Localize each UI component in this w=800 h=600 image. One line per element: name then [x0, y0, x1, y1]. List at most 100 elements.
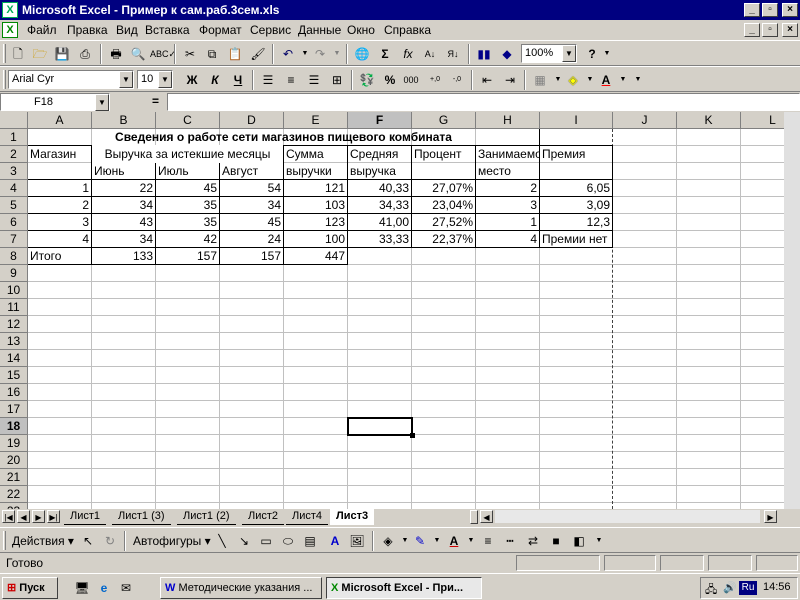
column-header-i[interactable]: I	[540, 112, 613, 129]
table-cell[interactable]: 34	[92, 197, 155, 214]
dash-style-icon[interactable]: ┅	[500, 531, 520, 551]
table-cell[interactable]: 157	[220, 248, 283, 265]
menu-data[interactable]: Данные	[295, 23, 344, 38]
table-cell[interactable]: 41,00	[348, 214, 411, 231]
spelling-icon[interactable]: ABC✓	[150, 44, 176, 64]
internet-explorer-icon[interactable]: e	[94, 578, 114, 598]
table-cell[interactable]: 23,04%	[412, 197, 475, 214]
increase-indent-icon[interactable]: ⇥	[500, 70, 520, 90]
chevron-down-icon[interactable]: ▼	[119, 71, 133, 88]
last-sheet-icon[interactable]: ▶|	[47, 510, 60, 523]
scroll-right-icon[interactable]: ▶	[764, 510, 777, 523]
row-header[interactable]: 6	[0, 214, 28, 231]
table-cell[interactable]: 45	[156, 180, 219, 197]
table-cell[interactable]: 27,07%	[412, 180, 475, 197]
doc-close-button[interactable]: ×	[782, 23, 798, 37]
table-cell[interactable]: 157	[156, 248, 219, 265]
row-header[interactable]: 21	[0, 469, 28, 486]
column-header-f[interactable]: F	[348, 112, 412, 129]
row-header[interactable]: 11	[0, 299, 28, 316]
toolbar-grip[interactable]	[3, 531, 6, 550]
table-cell[interactable]: 42	[156, 231, 219, 248]
row-header[interactable]: 9	[0, 265, 28, 282]
column-header-a[interactable]: A	[28, 112, 92, 129]
table-cell[interactable]: 2	[28, 197, 91, 214]
spreadsheet-grid[interactable]: A B C D E F G H I J K L 1 2 3 4 5 6 7 8 …	[0, 112, 800, 509]
table-cell[interactable]: 22	[92, 180, 155, 197]
table-cell[interactable]: 54	[220, 180, 283, 197]
toolbar-grip[interactable]	[3, 44, 6, 63]
save-icon[interactable]: 💾	[52, 44, 72, 64]
column-header-h[interactable]: H	[476, 112, 540, 129]
menu-view[interactable]: Вид	[113, 23, 141, 38]
menu-format[interactable]: Формат	[196, 23, 245, 38]
arrow-icon[interactable]: ↘	[234, 531, 254, 551]
print-icon[interactable]: ⎙	[75, 44, 95, 64]
format-painter-icon[interactable]: 🖌	[248, 44, 268, 64]
autosum-icon[interactable]: Σ	[375, 44, 395, 64]
textbox-icon[interactable]: ▤	[300, 531, 320, 551]
free-rotate-icon[interactable]: ↻	[100, 531, 120, 551]
menu-file[interactable]: Файл	[24, 23, 60, 38]
chart-wizard-icon[interactable]: ▮▮	[474, 44, 494, 64]
table-cell[interactable]: 3	[476, 197, 539, 214]
line-style-icon[interactable]: ≡	[478, 531, 498, 551]
scroll-left-icon[interactable]: ◀	[480, 510, 493, 523]
sheet-tab[interactable]: Лист1 (3)	[112, 509, 171, 525]
language-indicator[interactable]: Ru	[739, 581, 757, 595]
decrease-decimal-icon[interactable]: -,0	[447, 70, 467, 90]
table-cell[interactable]: 34,33	[348, 197, 411, 214]
taskbar-word-doc[interactable]: W Методические указания ...	[160, 577, 322, 599]
merge-center-icon[interactable]: ⊞	[327, 70, 347, 90]
copy-icon[interactable]: ⧉	[202, 44, 222, 64]
decrease-indent-icon[interactable]: ⇤	[477, 70, 497, 90]
hyperlink-icon[interactable]: 🌐	[352, 44, 372, 64]
vertical-scrollbar[interactable]	[784, 112, 800, 509]
table-cell[interactable]: 33,33	[348, 231, 411, 248]
sort-descending-icon[interactable]: Я↓	[443, 44, 463, 64]
table-cell[interactable]: 4	[476, 231, 539, 248]
doc-restore-button[interactable]: ▫	[762, 23, 778, 37]
workbook-icon[interactable]: X	[2, 22, 18, 38]
select-all-corner[interactable]	[0, 112, 28, 129]
align-center-icon[interactable]: ≡	[281, 70, 301, 90]
row-header[interactable]: 8	[0, 248, 28, 265]
print-preview-search-icon[interactable]: 🔍	[128, 44, 148, 64]
column-header-e[interactable]: E	[284, 112, 348, 129]
row-header[interactable]: 13	[0, 333, 28, 350]
function-icon[interactable]: fx	[398, 44, 418, 64]
name-box[interactable]: F18 ▼	[0, 93, 110, 111]
table-cell[interactable]: 447	[284, 248, 347, 265]
align-left-icon[interactable]: ☰	[258, 70, 278, 90]
help-dropdown-icon[interactable]: ▼	[597, 44, 617, 64]
print-preview-icon[interactable]: 🖶	[106, 44, 126, 64]
row-header[interactable]: 5	[0, 197, 28, 214]
row-header[interactable]: 19	[0, 435, 28, 452]
row-header[interactable]: 12	[0, 316, 28, 333]
percent-button[interactable]: %	[380, 70, 400, 90]
row-header[interactable]: 16	[0, 384, 28, 401]
row-header[interactable]: 22	[0, 486, 28, 503]
bold-button[interactable]: Ж	[182, 70, 202, 90]
row-header[interactable]: 18	[0, 418, 28, 435]
font-size-select[interactable]: 10 ▼	[137, 70, 173, 89]
row-header[interactable]: 4	[0, 180, 28, 197]
shadow-icon[interactable]: ■	[546, 531, 566, 551]
row-header[interactable]: 7	[0, 231, 28, 248]
table-cell[interactable]: 40,33	[348, 180, 411, 197]
volume-icon[interactable]: 🔊	[723, 581, 737, 594]
new-icon[interactable]: 🗋	[8, 44, 28, 64]
table-cell[interactable]: 4	[28, 231, 91, 248]
doc-minimize-button[interactable]: _	[744, 23, 760, 37]
table-cell[interactable]: 1	[476, 214, 539, 231]
clipart-icon[interactable]: 🖼	[347, 531, 367, 551]
fill-handle[interactable]	[410, 433, 415, 438]
restore-button[interactable]: ▫	[762, 3, 778, 17]
column-header-d[interactable]: D	[220, 112, 284, 129]
actions-menu[interactable]: Действия ▾	[12, 534, 74, 548]
sheet-tab-active[interactable]: Лист3	[330, 509, 375, 525]
wordart-icon[interactable]: A	[325, 531, 345, 551]
row-header[interactable]: 14	[0, 350, 28, 367]
column-header-j[interactable]: J	[613, 112, 677, 129]
row-header[interactable]: 17	[0, 401, 28, 418]
